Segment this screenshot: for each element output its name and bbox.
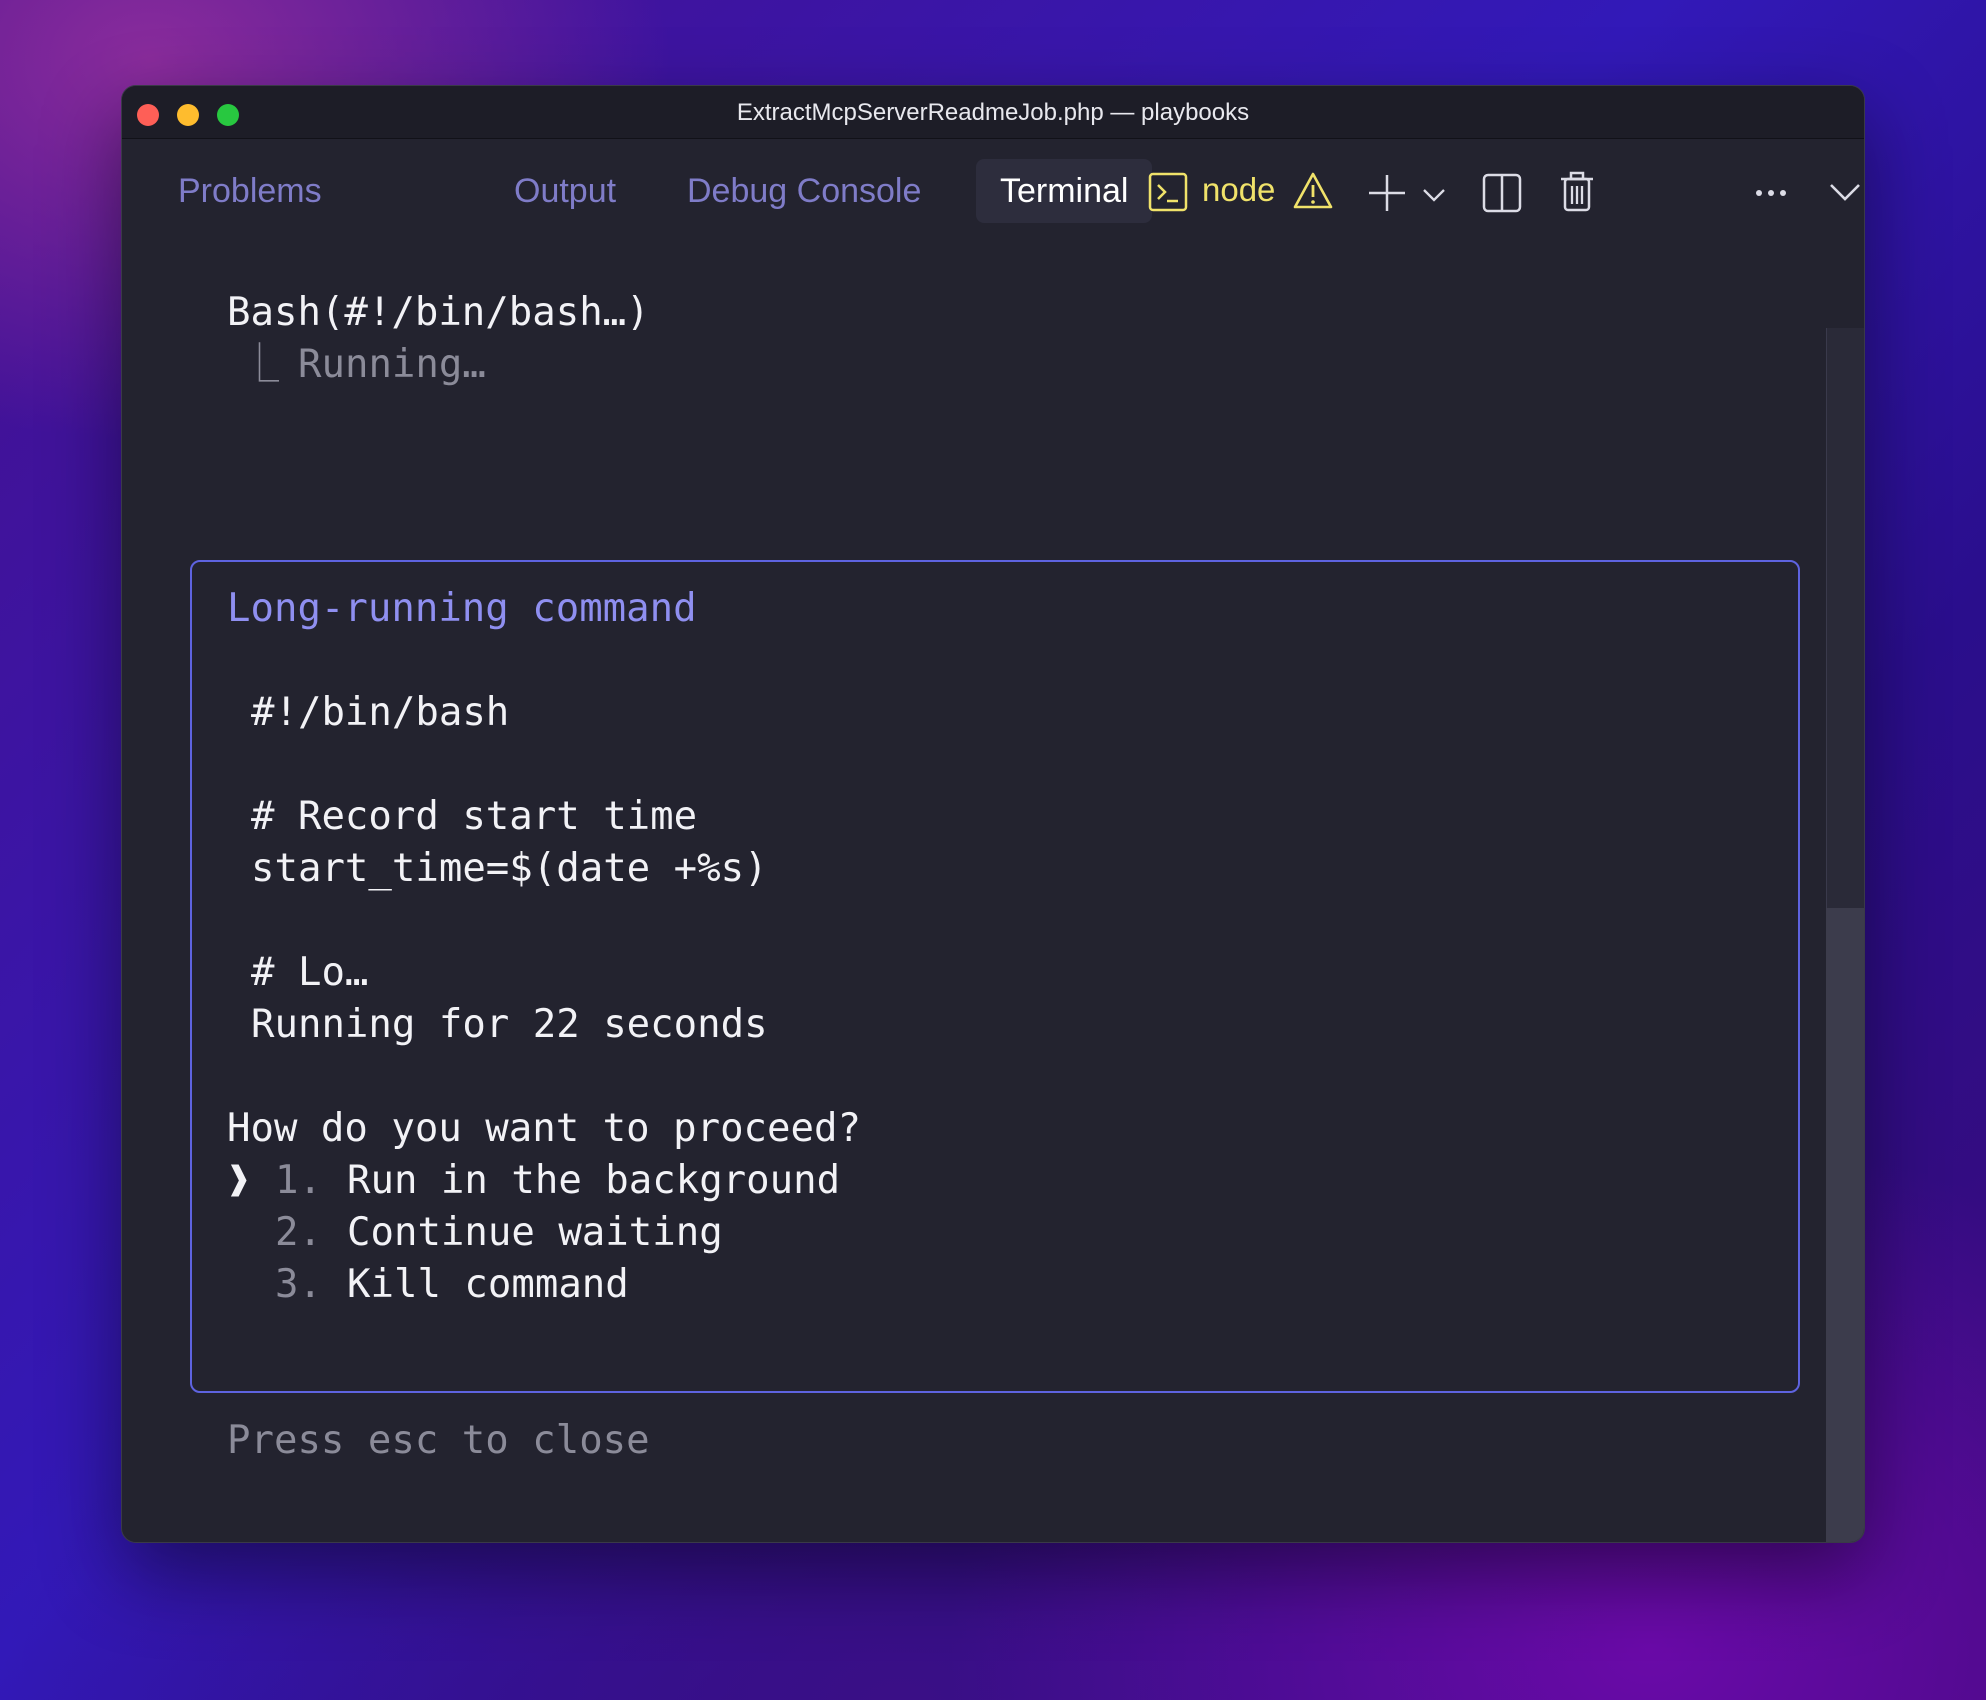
- option-kill-command[interactable]: Kill command: [347, 1259, 629, 1311]
- scrollbar-thumb[interactable]: [1826, 908, 1864, 1542]
- more-icon[interactable]: [1754, 187, 1788, 199]
- code-line: # Record start time: [251, 794, 698, 839]
- proceed-question: How do you want to proceed?: [227, 1106, 861, 1151]
- tool-status-prefix: ⎿: [240, 342, 280, 387]
- option-number: 1.: [275, 1158, 322, 1203]
- tool-call-line: Bash(#!/bin/bash…): [227, 290, 650, 335]
- option-continue-waiting[interactable]: Continue waiting: [347, 1207, 723, 1259]
- dialog-title: Long-running command: [227, 586, 697, 631]
- terminal-icon[interactable]: [1148, 172, 1188, 212]
- tab-debug-console[interactable]: Debug Console: [663, 159, 945, 223]
- panel-tab-bar: Problems Output Debug Console Terminal n…: [122, 139, 1864, 243]
- new-terminal-icon[interactable]: [1367, 173, 1407, 213]
- warning-icon[interactable]: [1292, 171, 1334, 211]
- running-duration-text: Running for 22 seconds: [251, 1002, 768, 1047]
- terminal-name-label[interactable]: node: [1202, 165, 1275, 215]
- tab-output[interactable]: Output: [490, 159, 640, 223]
- close-hint: Press esc to close: [227, 1418, 650, 1463]
- option-number: 2.: [275, 1210, 322, 1255]
- option-run-in-background[interactable]: Run in the background: [347, 1155, 840, 1207]
- chevron-down-icon[interactable]: [1422, 187, 1446, 203]
- tab-terminal[interactable]: Terminal: [976, 159, 1153, 223]
- code-line: # Lo…: [251, 950, 369, 995]
- collapse-panel-icon[interactable]: [1829, 182, 1861, 202]
- editor-window: ExtractMcpServerReadmeJob.php — playbook…: [121, 85, 1865, 1543]
- selection-cursor: ❱: [227, 1158, 251, 1203]
- option-number: 3.: [275, 1262, 322, 1307]
- code-line: #!/bin/bash: [251, 690, 510, 735]
- terminal-content[interactable]: Bash(#!/bin/bash…) ⎿ Running… Long-runni…: [122, 243, 1864, 1542]
- trash-icon[interactable]: [1558, 171, 1596, 213]
- split-terminal-icon[interactable]: [1482, 173, 1522, 213]
- tool-status-text: Running…: [298, 342, 486, 387]
- window-title: ExtractMcpServerReadmeJob.php — playbook…: [736, 99, 1250, 126]
- code-line: start_time=$(date +%s): [251, 846, 768, 891]
- tab-problems[interactable]: Problems: [154, 159, 346, 223]
- title-bar: ExtractMcpServerReadmeJob.php — playbook…: [122, 86, 1864, 139]
